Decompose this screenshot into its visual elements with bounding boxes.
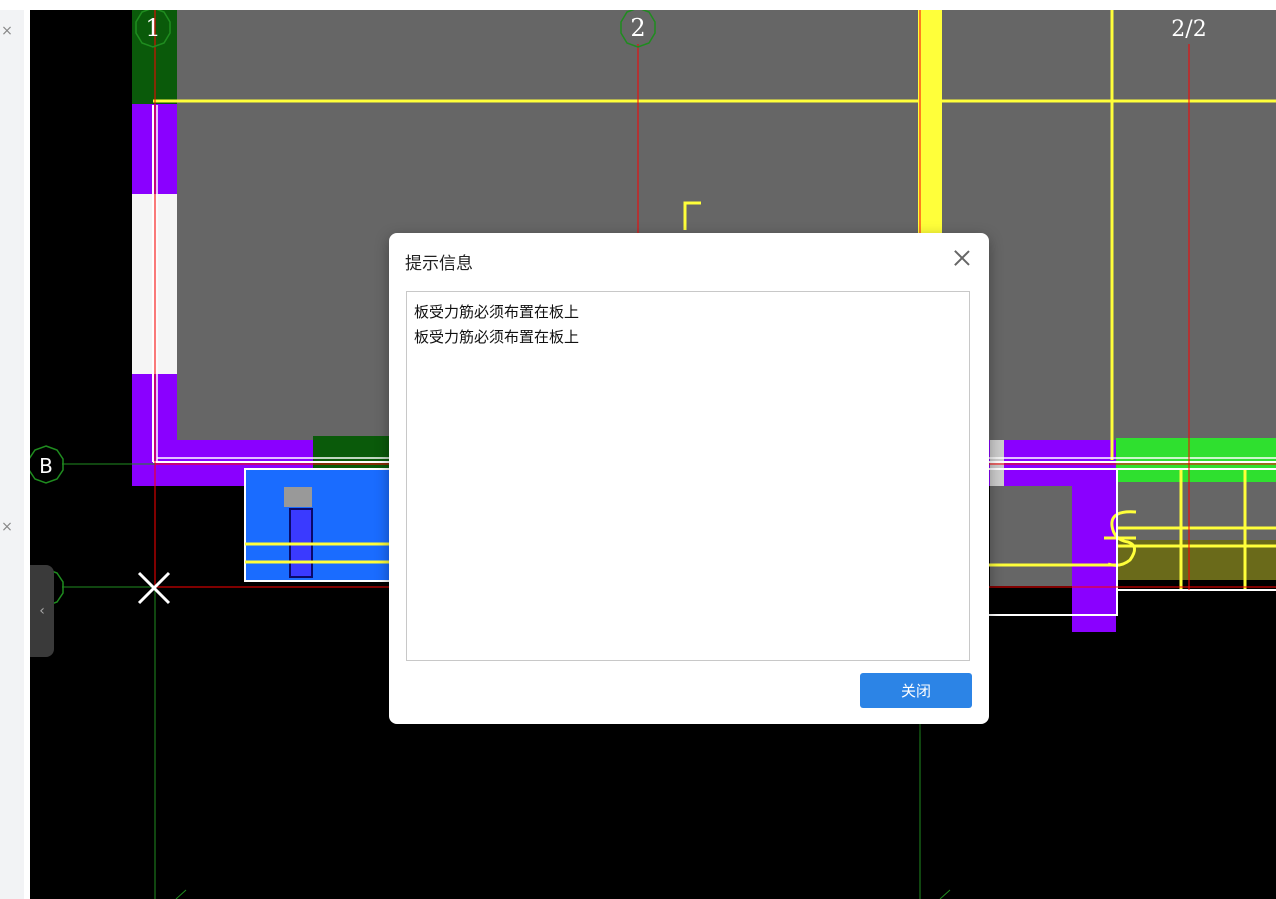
close-button[interactable]: 关闭 xyxy=(860,673,972,708)
purple-column xyxy=(1072,486,1116,632)
axis-label-2-2: 2/2 xyxy=(1171,17,1206,42)
panel-close-icon[interactable]: × xyxy=(0,22,14,40)
chevron-left-icon: ‹ xyxy=(39,603,45,619)
axis-label-2: 2 xyxy=(630,14,645,42)
slab-patch xyxy=(990,486,1072,586)
dialog-close-icon[interactable] xyxy=(949,245,975,271)
message-line: 板受力筋必须布置在板上 xyxy=(414,303,580,321)
gray-block xyxy=(284,487,312,507)
message-textarea[interactable]: 板受力筋必须布置在板上 板受力筋必须布置在板上 xyxy=(406,291,970,661)
yellow-beam-vertical xyxy=(918,10,942,240)
green-slab-strip xyxy=(1116,438,1276,482)
axis-label-1: 1 xyxy=(145,14,160,42)
left-side-panel: × × xyxy=(0,10,24,899)
info-dialog: 提示信息 板受力筋必须布置在板上 板受力筋必须布置在板上 关闭 xyxy=(389,233,989,724)
slab-patch xyxy=(1116,482,1276,540)
panel-close-icon[interactable]: × xyxy=(0,518,14,536)
dialog-title: 提示信息 xyxy=(405,254,473,274)
message-line: 板受力筋必须布置在板上 xyxy=(414,328,580,346)
panel-collapse-tab[interactable]: ‹ xyxy=(30,565,54,657)
axis-label-b: B xyxy=(39,454,53,478)
blue-slab xyxy=(244,468,392,582)
